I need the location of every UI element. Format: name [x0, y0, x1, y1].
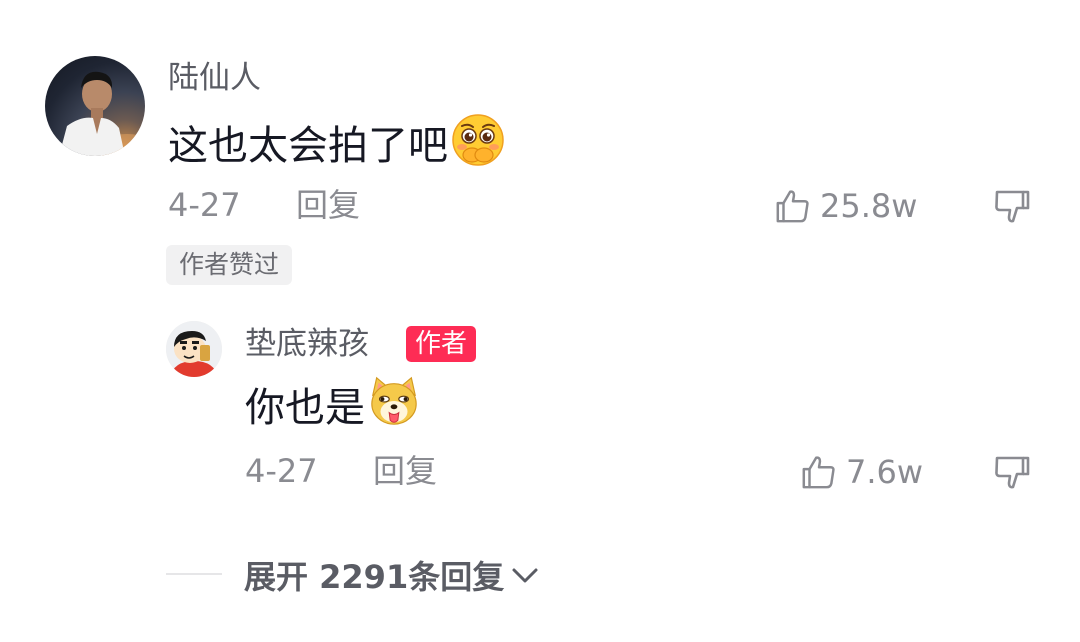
expand-replies-button[interactable]: 展开 2291条回复 [244, 553, 540, 597]
like-count: 25.8w [820, 187, 918, 225]
reply-date: 4-27 [245, 452, 318, 490]
comment-username[interactable]: 陆仙人 [168, 56, 261, 100]
author-liked-tag: 作者赞过 [166, 245, 293, 285]
dog-tongue-emoji-icon [367, 374, 421, 442]
comment-date: 4-27 [168, 186, 241, 224]
comment-text: 这也太会拍了吧 [168, 123, 448, 169]
expand-divider [166, 573, 222, 575]
dislike-button[interactable] [992, 186, 1032, 226]
like-button[interactable]: 25.8w [774, 186, 917, 226]
comment-text-row: 这也太会拍了吧 [168, 112, 506, 180]
avatar[interactable] [45, 56, 145, 156]
reply-text: 你也是 [245, 385, 365, 431]
reply-button[interactable]: 回复 [296, 184, 360, 226]
expand-replies-label: 展开 2291条回复 [244, 558, 505, 596]
thumbs-up-icon [802, 456, 835, 489]
thumbs-up-icon [776, 190, 809, 223]
reply-avatar[interactable] [166, 321, 222, 377]
reply-like-count: 7.6w [846, 453, 924, 491]
avatar-photo [59, 71, 145, 156]
chevron-down-icon [512, 568, 538, 583]
author-badge: 作者 [406, 326, 477, 362]
cartoon-avatar [166, 321, 222, 377]
reply-text-row: 你也是 [245, 374, 421, 442]
thumbs-down-icon [995, 456, 1030, 489]
reply-dislike-button[interactable] [992, 452, 1032, 492]
thumbs-down-icon [995, 190, 1030, 223]
reply-reply-button[interactable]: 回复 [373, 450, 437, 492]
reply-like-button[interactable]: 7.6w [800, 452, 923, 492]
reply-username[interactable]: 垫底辣孩 [245, 322, 369, 366]
shy-blush-emoji-icon [450, 112, 506, 180]
